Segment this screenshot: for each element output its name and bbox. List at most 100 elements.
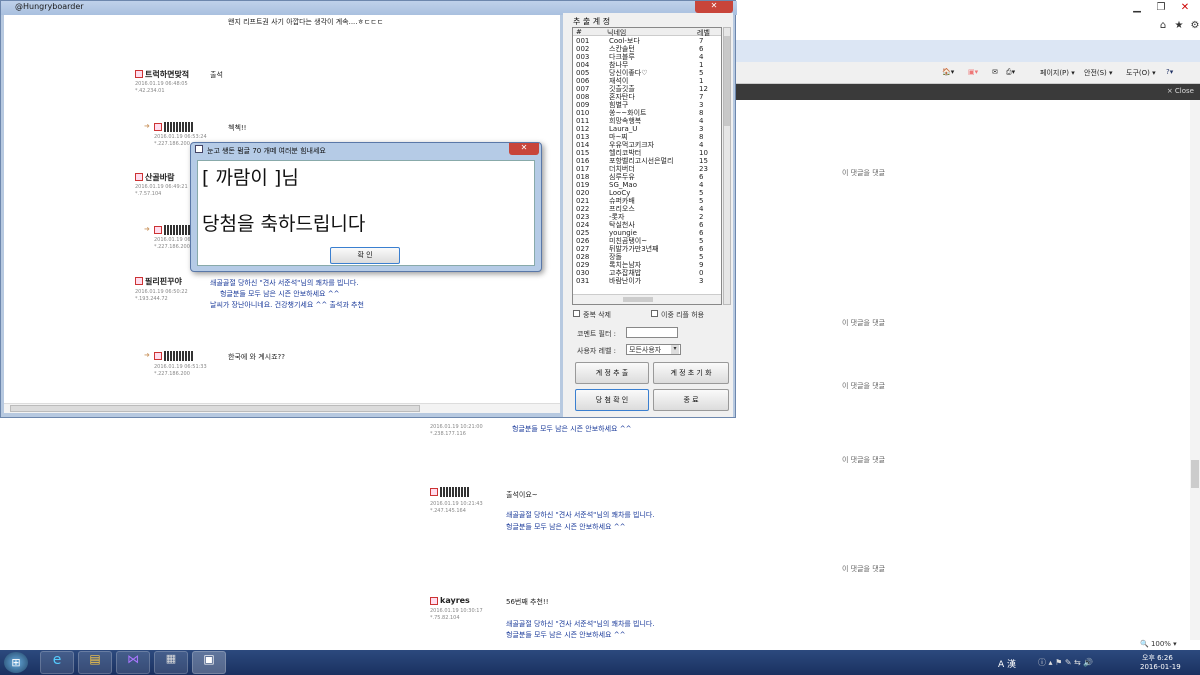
settings-icon[interactable]: ⚙ [1186, 20, 1200, 36]
comment-text: 헝글분들 모두 남은 시즌 안보하세요 ^^ [506, 631, 626, 639]
filter-input[interactable] [626, 327, 678, 338]
item-num: 019 [576, 181, 590, 189]
page-scrollbar[interactable] [1190, 100, 1200, 640]
user-icon [135, 173, 143, 181]
item-level: 4 [699, 53, 704, 61]
item-nick: 미친곰탱이~ [609, 237, 648, 245]
list-hscroll[interactable] [573, 294, 721, 304]
col-num[interactable]: # [576, 28, 582, 36]
rss-icon[interactable]: ▣▾ [968, 68, 978, 76]
dup-delete-checkbox[interactable] [573, 310, 580, 317]
tray-icons[interactable]: ⓘ ▴ ⚑ ✎ ⇆ 🔊 [1038, 657, 1093, 668]
item-nick: 록치는남자 [609, 261, 642, 269]
scrollbar-thumb[interactable] [724, 36, 730, 126]
filter-label: 코멘트 필터 : [577, 330, 617, 338]
item-num: 016 [576, 157, 590, 165]
comment-user[interactable]: 산골바람 [145, 172, 174, 183]
folder-icon[interactable]: ▤ [78, 651, 112, 674]
print-icon[interactable]: ⎙▾ [1006, 68, 1015, 77]
menu-tools[interactable]: 도구(O) ▾ [1126, 68, 1156, 78]
clock-time[interactable]: 오후 6:26 [1142, 653, 1173, 663]
item-nick: 심루두유 [609, 173, 635, 181]
chevron-down-icon[interactable]: ▾ [671, 345, 679, 354]
comment-text: 쇄골골절 당하신 "견사 서준석"님의 쾌차를 빕니다. [210, 279, 359, 287]
exit-button[interactable]: 종 료 [653, 389, 729, 411]
restore-icon[interactable]: ❐ [1152, 2, 1170, 18]
ime-indicator[interactable]: A 漢 [998, 657, 1016, 670]
double-reply-checkbox[interactable] [651, 310, 658, 317]
start-button-icon[interactable]: ⊞ [4, 652, 28, 673]
comment-ip: *.75.82.104 [430, 615, 460, 621]
item-level: 12 [699, 85, 708, 93]
zoom-level[interactable]: 🔍 100% ▾ [1140, 640, 1177, 648]
browser-task-icon[interactable]: ▣ [192, 651, 226, 674]
menu-page[interactable]: 페이지(P) ▾ [1040, 68, 1075, 78]
item-level: 6 [699, 221, 704, 229]
level-select[interactable]: 모든사용자 ▾ [626, 344, 681, 355]
item-level: 5 [699, 197, 704, 205]
item-nick: 힘별구 [609, 101, 629, 109]
list-vscroll[interactable] [723, 27, 731, 305]
item-num: 031 [576, 277, 590, 285]
panel-title: 추 출 계 정 [573, 17, 611, 26]
reset-button[interactable]: 계 정 초 기 화 [653, 362, 729, 384]
comment-user[interactable]: 필리핀꾸야 [145, 276, 182, 287]
item-num: 001 [576, 37, 590, 45]
item-level: 4 [699, 205, 704, 213]
item-num: 011 [576, 117, 590, 125]
reply-link[interactable]: 이 댓글을 댓글 [842, 381, 885, 391]
winner-name: [ 까람이 ]님 [202, 167, 299, 189]
item-nick: 마~찌 [609, 133, 628, 141]
ok-button[interactable]: 확 인 [330, 247, 400, 264]
comment-user[interactable]: 트럭하면맞적 [145, 69, 189, 80]
item-num: 025 [576, 229, 590, 237]
level-select-value: 모든사용자 [629, 346, 662, 354]
scrollbar-thumb[interactable] [10, 405, 420, 412]
reply-link[interactable]: 이 댓글을 댓글 [842, 318, 885, 328]
vs-icon[interactable]: ⋈ [116, 651, 150, 674]
home-button-icon[interactable]: 🏠▾ [942, 68, 954, 76]
minimize-icon[interactable]: ▁ [1128, 2, 1146, 18]
reply-link[interactable]: 이 댓글을 댓글 [842, 455, 885, 465]
user-icon [430, 597, 438, 605]
item-level: 6 [699, 229, 704, 237]
scrollbar-thumb[interactable] [1191, 460, 1199, 488]
item-num: 029 [576, 261, 590, 269]
confirm-winner-button[interactable]: 당 첨 확 인 [575, 389, 649, 411]
horizontal-scrollbar[interactable] [4, 403, 560, 413]
item-num: 020 [576, 189, 590, 197]
comment-text: 날씨가 장난아니네요. 건강챙기세요 ^^ 출석과 추천 [210, 301, 364, 309]
item-level: 6 [699, 173, 704, 181]
menu-safety[interactable]: 안전(S) ▾ [1084, 68, 1113, 78]
close-notice-button[interactable]: × Close [1167, 87, 1194, 95]
item-nick: 우유먹고키크자 [609, 141, 655, 149]
extract-button[interactable]: 계 정 추 출 [575, 362, 649, 384]
comment-user[interactable]: kayres [440, 596, 470, 605]
app-close-button[interactable]: ✕ [695, 1, 733, 13]
item-num: 028 [576, 253, 590, 261]
item-level: 6 [699, 245, 704, 253]
app-task-icon[interactable]: ▦ [154, 651, 188, 674]
dialog-close-button[interactable]: ✕ [509, 143, 539, 155]
account-list[interactable]: # 닉네임 레벨 001 Cool-보다 7 002 스칸솔턴 6 003 다크블루 4 004 참… [572, 27, 722, 305]
reply-link[interactable]: 이 댓글을 댓글 [842, 168, 885, 178]
reply-link[interactable]: 이 댓글을 댓글 [842, 564, 885, 574]
user-icon [154, 123, 162, 131]
item-nick: 슈퍼카배 [609, 197, 635, 205]
item-nick: Laura_U [609, 125, 638, 133]
mail-icon[interactable]: ✉ [992, 68, 998, 76]
item-level: 5 [699, 189, 704, 197]
scrollbar-thumb[interactable] [623, 297, 653, 302]
app-title: @Hungryboarder [15, 2, 84, 11]
ie-icon[interactable]: e [40, 651, 74, 674]
user-badge [440, 487, 470, 497]
item-level: 0 [699, 269, 704, 277]
help-icon[interactable]: ?▾ [1166, 68, 1173, 76]
close-window-icon[interactable]: ✕ [1176, 2, 1194, 18]
taskbar: ⊞ e ▤ ⋈ ▦ ▣ A 漢 ⓘ ▴ ⚑ ✎ ⇆ 🔊 오후 6:26 2016… [0, 650, 1200, 675]
comment-text: 쇄골골절 당하신 "견사 서준석"님의 쾌차를 빕니다. [506, 620, 655, 628]
item-level: 7 [699, 37, 704, 45]
item-nick: 장돌 [609, 253, 622, 261]
item-nick: 더치버더 [609, 165, 635, 173]
clock-date[interactable]: 2016-01-19 [1140, 663, 1181, 671]
